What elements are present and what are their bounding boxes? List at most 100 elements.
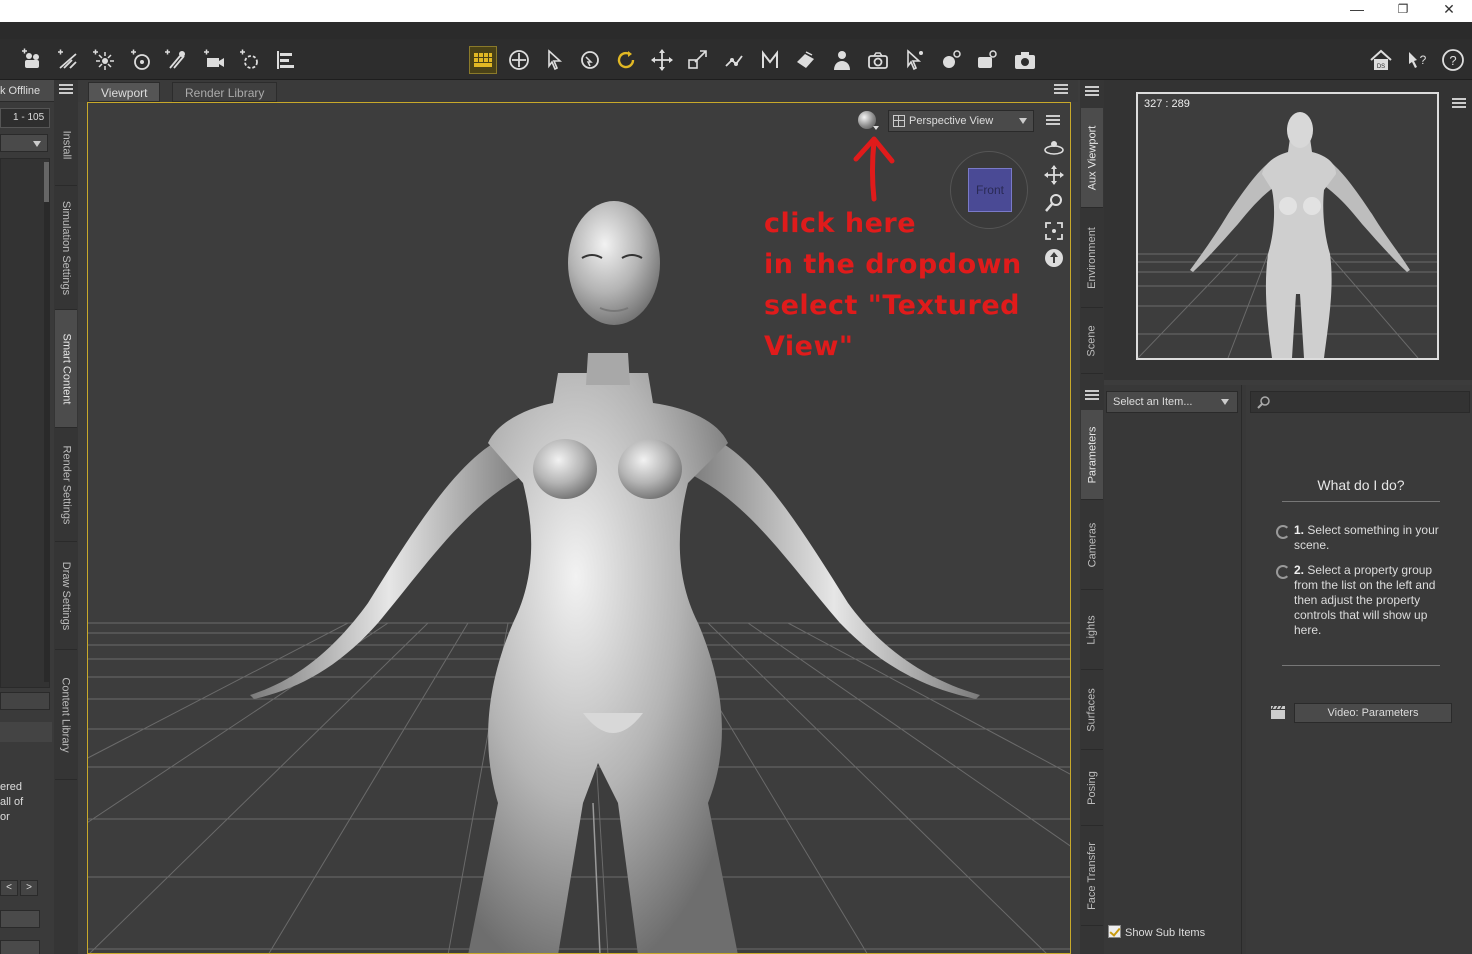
minimize-button[interactable]: — (1334, 0, 1380, 20)
viewport-3d[interactable]: Perspective View Front click here in the… (87, 102, 1071, 954)
aux-coordinates: 327 : 289 (1144, 98, 1190, 110)
help-icon[interactable]: ? (1439, 46, 1467, 74)
svg-text:DS: DS (1377, 64, 1385, 70)
node-selection-tool-icon[interactable] (540, 46, 568, 74)
render-settings-icon[interactable] (937, 46, 965, 74)
tab-cameras[interactable]: Cameras (1081, 500, 1103, 590)
prev-page-button[interactable]: < (0, 880, 18, 896)
node-weight-map-icon[interactable] (469, 46, 497, 74)
aux-viewport[interactable]: 327 : 289 (1136, 92, 1439, 360)
tab-render-library[interactable]: Render Library (172, 82, 278, 102)
create-point-light-icon[interactable] (127, 46, 155, 74)
joint-editor-icon[interactable] (720, 46, 748, 74)
render-tool-icon[interactable] (900, 46, 928, 74)
content-scroll-thumb[interactable] (44, 162, 49, 202)
tab-smart-content[interactable]: Smart Content (55, 310, 77, 428)
pan-icon[interactable] (1042, 163, 1066, 187)
viewport-options-icon[interactable] (1046, 115, 1060, 127)
translate-tool-icon[interactable] (648, 46, 676, 74)
figure-tool-icon[interactable] (828, 46, 856, 74)
grid-icon (893, 115, 905, 127)
frame-icon[interactable] (1042, 219, 1066, 243)
aux-pane-menu-icon[interactable] (1085, 86, 1099, 98)
create-camera-icon[interactable] (200, 46, 228, 74)
render-icon[interactable] (1011, 46, 1039, 74)
chevron-down-icon (1221, 399, 1229, 405)
tab-face-transfer[interactable]: Face Transfer (1081, 826, 1103, 926)
next-page-button[interactable]: > (20, 880, 38, 896)
parameter-search-input[interactable] (1250, 391, 1470, 413)
item-range-field[interactable]: 1 - 105 (0, 108, 50, 128)
clapperboard-icon (1271, 705, 1285, 719)
tab-parameters[interactable]: Parameters (1081, 410, 1103, 500)
spinner-icon (1276, 525, 1290, 539)
category-dropdown[interactable] (0, 134, 48, 152)
align-tool-icon[interactable] (272, 46, 300, 74)
tab-posing[interactable]: Posing (1081, 750, 1103, 826)
create-distant-light-icon[interactable] (162, 46, 190, 74)
tab-environment[interactable]: Environment (1081, 208, 1103, 308)
surface-selection-icon[interactable] (792, 46, 820, 74)
info-line: or (0, 811, 10, 823)
left-panel-button[interactable] (0, 910, 40, 928)
zoom-icon[interactable] (1042, 191, 1066, 215)
aux-viewport-pane: 327 : 289 (1104, 80, 1472, 380)
content-scrollbar[interactable] (44, 162, 49, 682)
parameters-pane: Select an Item... Show Sub Items What do… (1104, 385, 1472, 954)
tab-simulation-settings[interactable]: Simulation Settings (55, 186, 77, 310)
viewport-menu-icon[interactable] (1054, 84, 1068, 96)
list-status-bar (0, 692, 50, 710)
show-sub-items-label: Show Sub Items (1125, 927, 1206, 939)
left-panel-button[interactable] (0, 940, 40, 954)
view-mode-dropdown[interactable]: Perspective View (888, 110, 1034, 132)
tab-draw-settings[interactable]: Draw Settings (55, 542, 77, 650)
active-pose-tool-icon[interactable] (612, 46, 640, 74)
tab-render-settings[interactable]: Render Settings (55, 428, 77, 542)
help-divider (1282, 665, 1440, 666)
close-button[interactable]: ✕ (1426, 0, 1472, 20)
info-header (0, 722, 52, 742)
create-primitive-icon[interactable] (236, 46, 264, 74)
select-item-dropdown[interactable]: Select an Item... (1106, 391, 1238, 413)
tab-viewport[interactable]: Viewport (88, 82, 161, 102)
content-list[interactable] (0, 158, 50, 688)
maximize-button[interactable]: ❐ (1380, 0, 1426, 20)
tab-install[interactable]: Install (55, 104, 77, 186)
create-figure-tool-icon[interactable] (18, 46, 46, 74)
camera-tool-icon[interactable] (864, 46, 892, 74)
annotation-line: in the dropdown (764, 249, 1022, 280)
viewport-tab-bar: Viewport Render Library (78, 80, 1078, 102)
parameters-help: What do I do? 1. Select something in you… (1246, 385, 1472, 954)
video-parameters-button[interactable]: Video: Parameters (1294, 703, 1452, 723)
left-content-panel: k Offline 1 - 105 ered all of or < > (0, 80, 54, 954)
aux-scene-render (1138, 112, 1437, 358)
property-group-list[interactable]: Select an Item... Show Sub Items (1104, 385, 1242, 954)
svg-text:?: ? (1449, 53, 1456, 68)
pane-menu-icon[interactable] (59, 84, 73, 96)
reset-view-icon[interactable] (1042, 246, 1066, 270)
rotate-tool-icon[interactable] (576, 46, 604, 74)
create-light-tool-icon[interactable] (54, 46, 82, 74)
search-icon (1257, 396, 1270, 409)
orbit-icon[interactable] (1042, 135, 1066, 159)
scale-tool-icon[interactable] (684, 46, 712, 74)
render-camera-settings-icon[interactable] (973, 46, 1001, 74)
tab-lights[interactable]: Lights (1081, 590, 1103, 670)
geometry-editor-icon[interactable] (756, 46, 784, 74)
checkbox-checked-icon[interactable] (1108, 925, 1121, 938)
universal-tool-icon[interactable] (505, 46, 533, 74)
params-pane-menu-icon[interactable] (1085, 390, 1099, 402)
draw-style-button[interactable] (858, 111, 879, 130)
spinner-icon (1276, 565, 1290, 579)
tab-aux-viewport[interactable]: Aux Viewport (1081, 108, 1103, 208)
aux-viewport-menu-icon[interactable] (1452, 98, 1466, 110)
whats-this-icon[interactable]: ? (1403, 46, 1431, 74)
tab-scene[interactable]: Scene (1081, 308, 1103, 374)
home-icon[interactable]: DS (1367, 46, 1395, 74)
select-item-label: Select an Item... (1113, 396, 1193, 408)
menu-strip (0, 22, 1472, 39)
show-sub-items-checkbox[interactable]: Show Sub Items (1108, 925, 1205, 939)
tab-content-library[interactable]: Content Library (55, 650, 77, 780)
create-spot-light-icon[interactable] (90, 46, 118, 74)
tab-surfaces[interactable]: Surfaces (1081, 670, 1103, 750)
